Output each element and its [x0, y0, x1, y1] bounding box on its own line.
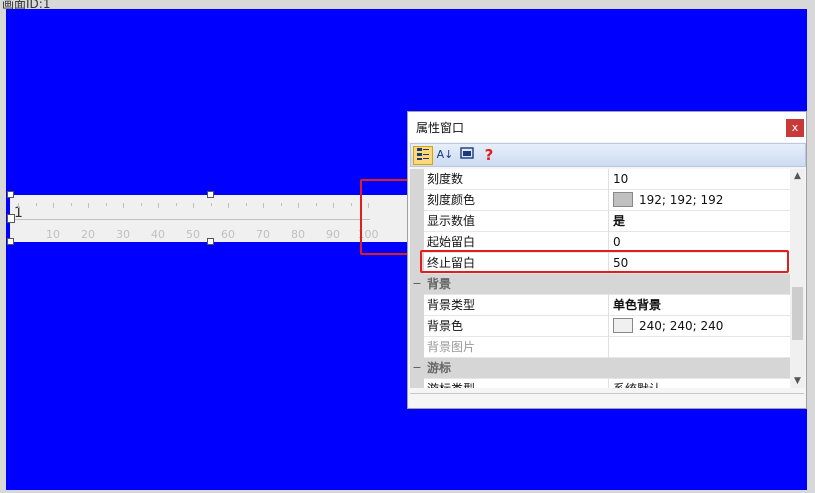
designer-frame: 画面ID:1 1 10 20 30 40 50 60 70 80 90 100 属性窗口 x: [0, 0, 815, 493]
end-margin-row-highlight-box: [420, 250, 789, 273]
property-value[interactable]: 单色背景: [610, 295, 790, 316]
ruler-tick: [123, 203, 124, 208]
scroll-down-icon[interactable]: ▼: [790, 374, 805, 388]
row-gutter: [410, 295, 424, 316]
ruler-label: 20: [81, 228, 95, 241]
ruler-ticks: [10, 203, 410, 213]
help-icon[interactable]: ?: [479, 146, 499, 165]
scroll-up-icon[interactable]: ▲: [790, 169, 805, 183]
ruler-minor-tick: [245, 203, 247, 206]
row-gutter: [410, 379, 424, 388]
categorized-glyph: [417, 148, 429, 160]
resize-handle-bottom-left[interactable]: [7, 238, 14, 245]
ruler-label: 50: [186, 228, 200, 241]
ruler-tick: [158, 203, 159, 208]
property-row[interactable]: 背景图片: [410, 337, 790, 358]
property-name: 刻度颜色: [424, 190, 609, 211]
ruler-tick: [18, 203, 19, 208]
scroll-thumb[interactable]: [792, 287, 803, 340]
property-grid-scrollbar[interactable]: ▲ ▼: [790, 169, 805, 388]
ruler-minor-tick: [70, 203, 72, 206]
property-toolbar: A↓ ?: [410, 143, 806, 167]
ruler-widget[interactable]: 1 10 20 30 40 50 60 70 80 90 100: [10, 195, 410, 242]
ruler-tick: [53, 203, 54, 208]
ruler-minor-tick: [280, 203, 282, 206]
ruler-axis: [10, 219, 370, 220]
ruler-label: 10: [46, 228, 60, 241]
ruler-minor-tick: [105, 203, 107, 206]
property-row[interactable]: 游标类型系统默认: [410, 379, 790, 388]
property-window-titlebar[interactable]: 属性窗口 x: [408, 112, 806, 142]
ruler-label: 30: [116, 228, 130, 241]
property-row[interactable]: 背景色 240; 240; 240: [410, 316, 790, 337]
ruler-minor-tick: [140, 203, 142, 206]
row-gutter: [410, 316, 424, 337]
property-value[interactable]: 是: [610, 211, 790, 232]
property-pages-glyph: [460, 147, 474, 159]
property-row[interactable]: 刻度数 10: [410, 169, 790, 190]
property-value[interactable]: 10: [610, 169, 790, 190]
property-category-row[interactable]: − 背景: [410, 274, 790, 295]
ruler-minor-tick: [315, 203, 317, 206]
property-name: 背景色: [424, 316, 609, 337]
sort-alphabetical-icon[interactable]: A↓: [435, 146, 455, 165]
property-category-row[interactable]: − 游标: [410, 358, 790, 379]
property-name: 游标类型: [424, 379, 609, 388]
ruler-minor-tick: [210, 203, 212, 206]
color-swatch[interactable]: [613, 192, 633, 207]
property-window-title: 属性窗口: [416, 121, 465, 135]
property-grid: 刻度数 10 刻度颜色 192; 192; 192 显示数值是起始留白 0 终止留白 50− 背…: [410, 169, 790, 388]
resize-handle-top-left[interactable]: [7, 191, 14, 198]
ruler-tick: [333, 203, 334, 208]
property-name: 刻度数: [424, 169, 609, 190]
category-label: 背景: [427, 277, 452, 291]
ruler-minor-tick: [350, 203, 352, 206]
color-value-text: 192; 192; 192: [639, 193, 724, 207]
property-row[interactable]: 显示数值是: [410, 211, 790, 232]
row-gutter: [410, 169, 424, 190]
property-value[interactable]: 系统默认: [610, 379, 790, 388]
ruler-label: 40: [151, 228, 165, 241]
ruler-minor-tick: [175, 203, 177, 206]
property-name: 背景类型: [424, 295, 609, 316]
ruler-label: 60: [221, 228, 235, 241]
ruler-label: 80: [291, 228, 305, 241]
ruler-tick: [298, 203, 299, 208]
row-gutter: [410, 337, 424, 358]
property-value[interactable]: 192; 192; 192: [610, 190, 790, 211]
color-value-text: 240; 240; 240: [639, 319, 724, 333]
collapse-toggle-icon[interactable]: −: [410, 358, 424, 379]
property-row[interactable]: 背景类型 单色背景: [410, 295, 790, 316]
categorized-icon[interactable]: [413, 146, 433, 165]
ruler-tick: [263, 203, 264, 208]
property-name: 显示数值: [424, 211, 609, 232]
collapse-toggle-icon[interactable]: −: [410, 274, 424, 295]
ruler-label: 70: [256, 228, 270, 241]
color-swatch[interactable]: [613, 318, 633, 333]
category-label: 游标: [427, 361, 452, 375]
row-gutter: [410, 211, 424, 232]
property-row[interactable]: 刻度颜色 192; 192; 192: [410, 190, 790, 211]
property-pages-icon[interactable]: [457, 146, 477, 165]
property-value[interactable]: 240; 240; 240: [610, 316, 790, 337]
resize-handle-top-center[interactable]: [207, 191, 214, 198]
ruler-tick: [228, 203, 229, 208]
ruler-minor-tick: [35, 203, 37, 206]
property-name: 背景图片: [424, 337, 609, 358]
close-button[interactable]: x: [786, 119, 804, 137]
property-value[interactable]: [610, 337, 790, 358]
ruler-tick: [88, 203, 89, 208]
ruler-label: 90: [326, 228, 340, 241]
ruler-tick: [193, 203, 194, 208]
resize-handle-middle-left[interactable]: [7, 214, 15, 223]
row-gutter: [410, 190, 424, 211]
resize-handle-bottom-center[interactable]: [207, 238, 214, 245]
description-pane: [410, 393, 804, 407]
end-margin-highlight-box: [360, 179, 410, 255]
